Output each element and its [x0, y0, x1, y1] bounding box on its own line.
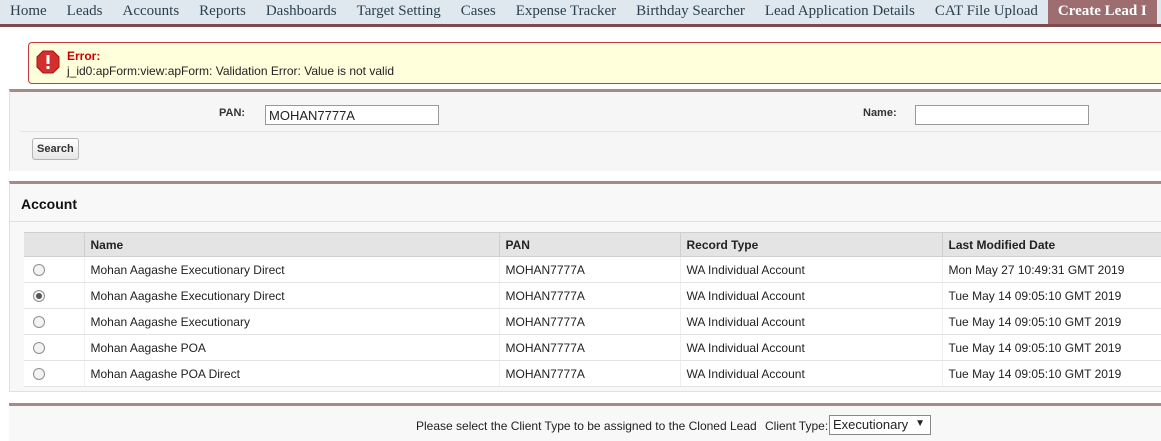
column-header-last-modified: Last Modified Date [942, 232, 1161, 257]
cell-record-type: WA Individual Account [680, 334, 943, 361]
search-panel: PAN: Name: Search [9, 89, 1161, 171]
row-select-cell [24, 334, 85, 361]
account-section-title: Account [21, 196, 77, 212]
cell-last-modified: Tue May 14 09:05:10 GMT 2019 [942, 360, 1161, 387]
cell-record-type: WA Individual Account [680, 256, 943, 283]
nav-tab-cases[interactable]: Cases [451, 0, 506, 24]
name-input[interactable] [915, 105, 1089, 125]
error-banner: Error: j_id0:apForm:view:apForm: Validat… [28, 42, 1161, 84]
cell-name: Mohan Aagashe POA [84, 334, 500, 361]
nav-tab-leads[interactable]: Leads [57, 0, 113, 24]
cell-pan: MOHAN7777A [499, 360, 681, 387]
column-header-pan: PAN [499, 232, 681, 257]
cell-name: Mohan Aagashe Executionary Direct [84, 256, 500, 283]
table-row[interactable]: Mohan Aagashe POA Direct MOHAN7777A WA Ind… [24, 360, 1161, 387]
row-select-cell [24, 256, 85, 283]
cell-pan: MOHAN7777A [499, 334, 681, 361]
nav-tab-reports[interactable]: Reports [189, 0, 256, 24]
row-select-radio[interactable] [33, 290, 45, 303]
cell-record-type: WA Individual Account [680, 360, 943, 387]
cell-last-modified: Tue May 14 09:05:10 GMT 2019 [942, 334, 1161, 361]
cell-name: Mohan Aagashe Executionary Direct [84, 282, 500, 309]
nav-tab-home[interactable]: Home [0, 0, 57, 24]
pan-label: PAN: [219, 107, 246, 119]
table-header-row: Name PAN Record Type Last Modified Date [24, 232, 1161, 257]
cell-name: Mohan Aagashe Executionary [84, 308, 500, 335]
row-select-radio[interactable] [33, 316, 45, 329]
cell-last-modified: Mon May 27 10:49:31 GMT 2019 [942, 256, 1161, 283]
search-divider [20, 131, 1161, 132]
cell-last-modified: Tue May 14 09:05:10 GMT 2019 [942, 282, 1161, 309]
column-header-record-type: Record Type [680, 232, 943, 257]
row-select-cell [24, 308, 85, 335]
client-type-select[interactable]: Executionary ▼ [829, 415, 931, 435]
nav-tab-cat-file-upload[interactable]: CAT File Upload [925, 0, 1048, 24]
client-type-prompt: Please select the Client Type to be assi… [416, 419, 757, 433]
account-panel: Account Name PAN Record Type Last Modifi… [9, 181, 1161, 392]
nav-tab-accounts[interactable]: Accounts [113, 0, 190, 24]
row-select-cell [24, 360, 85, 387]
nav-tab-target-setting[interactable]: Target Setting [347, 0, 451, 24]
error-title: Error: [67, 49, 101, 63]
cell-last-modified: Tue May 14 09:05:10 GMT 2019 [942, 308, 1161, 335]
client-type-label: Client Type: [765, 419, 829, 433]
row-select-radio[interactable] [33, 264, 45, 277]
row-select-radio[interactable] [33, 368, 45, 381]
account-divider [10, 221, 1161, 222]
cell-record-type: WA Individual Account [680, 308, 943, 335]
nav-tab-create-lead-i[interactable]: Create Lead I [1047, 0, 1157, 24]
cell-name: Mohan Aagashe POA Direct [84, 360, 500, 387]
error-message: j_id0:apForm:view:apForm: Validation Err… [67, 64, 395, 78]
nav-tab-expense-tracker[interactable]: Expense Tracker [506, 0, 626, 24]
client-type-panel: Please select the Client Type to be assi… [9, 403, 1161, 441]
column-header-name: Name [84, 232, 500, 257]
nav-tab-dashboards[interactable]: Dashboards [256, 0, 347, 24]
cell-pan: MOHAN7777A [499, 282, 681, 309]
row-select-cell [24, 282, 85, 309]
error-icon [36, 50, 60, 74]
cell-record-type: WA Individual Account [680, 282, 943, 309]
row-select-radio[interactable] [33, 342, 45, 355]
pan-input[interactable] [265, 105, 439, 125]
table-row[interactable]: Mohan Aagashe Executionary Direct MOHAN77… [24, 282, 1161, 309]
cell-pan: MOHAN7777A [499, 308, 681, 335]
search-button[interactable]: Search [32, 138, 79, 160]
dropdown-arrow-icon: ▼ [915, 418, 925, 429]
nav-tab-birthday-searcher[interactable]: Birthday Searcher [626, 0, 755, 24]
table-row[interactable]: Mohan Aagashe POA MOHAN7777A WA Individual… [24, 334, 1161, 361]
table-row[interactable]: Mohan Aagashe Executionary Direct MOHAN77… [24, 256, 1161, 283]
account-table: Name PAN Record Type Last Modified Date … [24, 232, 1161, 387]
table-row[interactable]: Mohan Aagashe Executionary MOHAN7777A WA I… [24, 308, 1161, 335]
name-label: Name: [863, 107, 897, 119]
top-nav-bar: Home Leads Accounts Reports Dashboards Target… [0, 0, 1161, 27]
nav-tab-lead-application-details[interactable]: Lead Application Details [755, 0, 925, 24]
cell-pan: MOHAN7777A [499, 256, 681, 283]
client-type-value: Executionary [833, 417, 909, 432]
column-header-select [24, 232, 85, 257]
